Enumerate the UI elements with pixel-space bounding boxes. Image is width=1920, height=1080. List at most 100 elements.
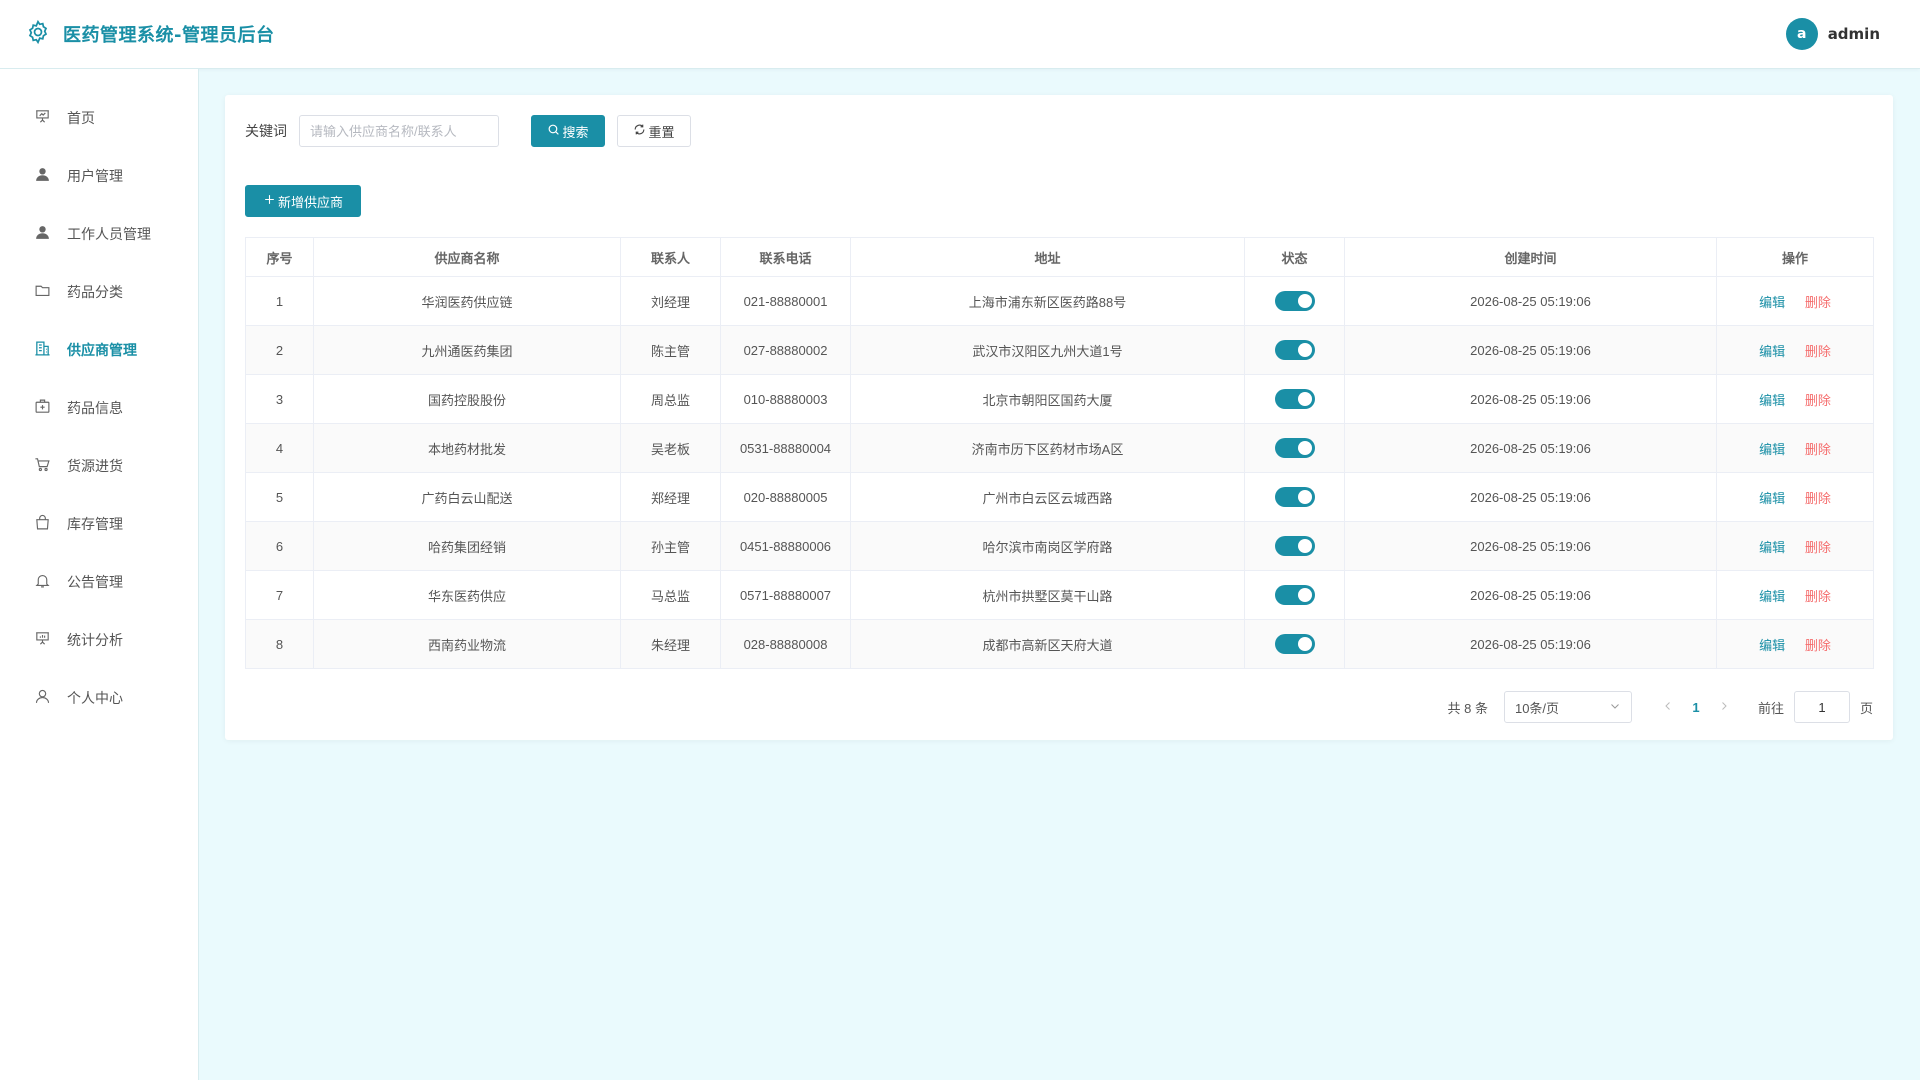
cell-phone: 0571-88880007 bbox=[720, 570, 851, 620]
delete-button[interactable]: 删除 bbox=[1805, 393, 1831, 408]
page-unit-label: 页 bbox=[1859, 700, 1873, 716]
sidebar-item-users[interactable]: 用户管理 bbox=[0, 147, 198, 205]
delete-button[interactable]: 删除 bbox=[1805, 589, 1831, 604]
status-toggle[interactable] bbox=[1274, 634, 1315, 654]
cell-name: 广药白云山配送 bbox=[313, 472, 621, 522]
status-toggle[interactable] bbox=[1274, 291, 1315, 311]
add-supplier-label: 新增供应商 bbox=[277, 194, 343, 210]
cell-name: 哈药集团经销 bbox=[313, 521, 621, 571]
edit-button[interactable]: 编辑 bbox=[1759, 393, 1785, 408]
status-toggle[interactable] bbox=[1274, 536, 1315, 556]
keyword-label: 关键词 bbox=[245, 124, 287, 140]
sidebar-item-inventory[interactable]: 库存管理 bbox=[0, 495, 198, 553]
sidebar-item-announcements[interactable]: 公告管理 bbox=[0, 553, 198, 611]
cell-phone: 027-88880002 bbox=[720, 325, 851, 375]
keyword-input[interactable] bbox=[299, 115, 499, 147]
add-supplier-button[interactable]: 新增供应商 bbox=[245, 185, 361, 217]
user-menu[interactable]: a admin bbox=[1785, 18, 1880, 50]
search-button-label: 搜索 bbox=[562, 124, 589, 140]
edit-button[interactable]: 编辑 bbox=[1759, 638, 1785, 653]
table-row: 8 西南药业物流 朱经理 028-88880008 成都市高新区天府大道 202… bbox=[245, 619, 1874, 669]
sidebar-item-label: 用户管理 bbox=[67, 169, 123, 185]
sidebar-item-home[interactable]: 首页 bbox=[0, 89, 198, 147]
table-row: 6 哈药集团经销 孙主管 0451-88880006 哈尔滨市南岗区学府路 20… bbox=[245, 521, 1874, 571]
status-toggle[interactable] bbox=[1274, 487, 1315, 507]
sidebar-item-purchasing[interactable]: 货源进货 bbox=[0, 437, 198, 495]
sidebar: 首页 用户管理 工作人员管理 药品分类 供应商管理 药品信息 货源进货 库存管理… bbox=[0, 69, 199, 1080]
sidebar-item-drug-info[interactable]: 药品信息 bbox=[0, 379, 198, 437]
cell-phone: 0531-88880004 bbox=[720, 423, 851, 473]
presentation-board-icon bbox=[34, 108, 67, 129]
cell-created: 2026-08-25 05:19:06 bbox=[1344, 521, 1717, 571]
edit-button[interactable]: 编辑 bbox=[1759, 442, 1785, 457]
delete-button[interactable]: 删除 bbox=[1805, 638, 1831, 653]
search-icon bbox=[547, 123, 562, 139]
pagination: 共 8 条 10条/页 1 前往 页 bbox=[1447, 691, 1873, 723]
status-toggle[interactable] bbox=[1274, 389, 1315, 409]
edit-button[interactable]: 编辑 bbox=[1759, 540, 1785, 555]
cell-created: 2026-08-25 05:19:06 bbox=[1344, 276, 1717, 326]
edit-button[interactable]: 编辑 bbox=[1759, 295, 1785, 310]
delete-button[interactable]: 删除 bbox=[1805, 344, 1831, 359]
cell-actions: 编辑 删除 bbox=[1716, 276, 1874, 326]
table-header-row: 序号 供应商名称 联系人 联系电话 地址 状态 创建时间 操作 bbox=[245, 237, 1874, 277]
sidebar-item-suppliers[interactable]: 供应商管理 bbox=[0, 321, 198, 379]
username[interactable]: admin bbox=[1828, 25, 1880, 43]
delete-button[interactable]: 删除 bbox=[1805, 491, 1831, 506]
delete-button[interactable]: 删除 bbox=[1805, 540, 1831, 555]
reset-button-label: 重置 bbox=[648, 124, 675, 140]
status-toggle[interactable] bbox=[1274, 438, 1315, 458]
cell-contact: 周总监 bbox=[620, 374, 721, 424]
status-toggle[interactable] bbox=[1274, 340, 1315, 360]
delete-button[interactable]: 删除 bbox=[1805, 442, 1831, 457]
cell-created: 2026-08-25 05:19:06 bbox=[1344, 374, 1717, 424]
cell-actions: 编辑 删除 bbox=[1716, 325, 1874, 375]
column-header: 序号 bbox=[245, 237, 314, 277]
folder-icon bbox=[34, 282, 67, 303]
plus-icon bbox=[263, 193, 278, 209]
sidebar-item-profile[interactable]: 个人中心 bbox=[0, 669, 198, 727]
cell-contact: 吴老板 bbox=[620, 423, 721, 473]
next-page-button[interactable] bbox=[1712, 691, 1736, 723]
prev-page-button[interactable] bbox=[1656, 691, 1680, 723]
table-row: 3 国药控股股份 周总监 010-88880003 北京市朝阳区国药大厦 202… bbox=[245, 374, 1874, 424]
cell-actions: 编辑 删除 bbox=[1716, 619, 1874, 669]
cell-no: 4 bbox=[245, 423, 314, 473]
sidebar-item-label: 工作人员管理 bbox=[67, 227, 151, 243]
goto-page-input[interactable] bbox=[1793, 691, 1850, 723]
status-toggle[interactable] bbox=[1274, 585, 1315, 605]
cell-phone: 020-88880005 bbox=[720, 472, 851, 522]
cell-address: 成都市高新区天府大道 bbox=[850, 619, 1245, 669]
cell-created: 2026-08-25 05:19:06 bbox=[1344, 325, 1717, 375]
cell-address: 杭州市拱墅区莫干山路 bbox=[850, 570, 1245, 620]
pagination-total: 共 8 条 bbox=[1447, 700, 1488, 716]
avatar[interactable]: a bbox=[1785, 18, 1818, 50]
sidebar-item-label: 公告管理 bbox=[67, 575, 123, 591]
sidebar-item-staff[interactable]: 工作人员管理 bbox=[0, 205, 198, 263]
sidebar-item-drug-categories[interactable]: 药品分类 bbox=[0, 263, 198, 321]
table-row: 5 广药白云山配送 郑经理 020-88880005 广州市白云区云城西路 20… bbox=[245, 472, 1874, 522]
cell-phone: 0451-88880006 bbox=[720, 521, 851, 571]
table-row: 4 本地药材批发 吴老板 0531-88880004 济南市历下区药材市场A区 … bbox=[245, 423, 1874, 473]
column-header: 供应商名称 bbox=[313, 237, 621, 277]
sidebar-item-label: 供应商管理 bbox=[67, 343, 137, 359]
edit-button[interactable]: 编辑 bbox=[1759, 589, 1785, 604]
cell-actions: 编辑 删除 bbox=[1716, 521, 1874, 571]
sidebar-item-statistics[interactable]: 统计分析 bbox=[0, 611, 198, 669]
search-button[interactable]: 搜索 bbox=[531, 115, 605, 147]
page-number[interactable]: 1 bbox=[1680, 700, 1712, 715]
cell-no: 5 bbox=[245, 472, 314, 522]
page-size-select[interactable]: 10条/页 bbox=[1503, 691, 1632, 723]
cell-actions: 编辑 删除 bbox=[1716, 423, 1874, 473]
edit-button[interactable]: 编辑 bbox=[1759, 491, 1785, 506]
column-header: 操作 bbox=[1716, 237, 1874, 277]
cell-name: 西南药业物流 bbox=[313, 619, 621, 669]
edit-button[interactable]: 编辑 bbox=[1759, 344, 1785, 359]
cell-actions: 编辑 删除 bbox=[1716, 570, 1874, 620]
cell-status bbox=[1244, 374, 1345, 424]
delete-button[interactable]: 删除 bbox=[1805, 295, 1831, 310]
reset-button[interactable]: 重置 bbox=[617, 115, 691, 147]
user-filled-icon bbox=[34, 166, 67, 187]
shopping-bag-icon bbox=[34, 514, 67, 535]
cell-contact: 马总监 bbox=[620, 570, 721, 620]
